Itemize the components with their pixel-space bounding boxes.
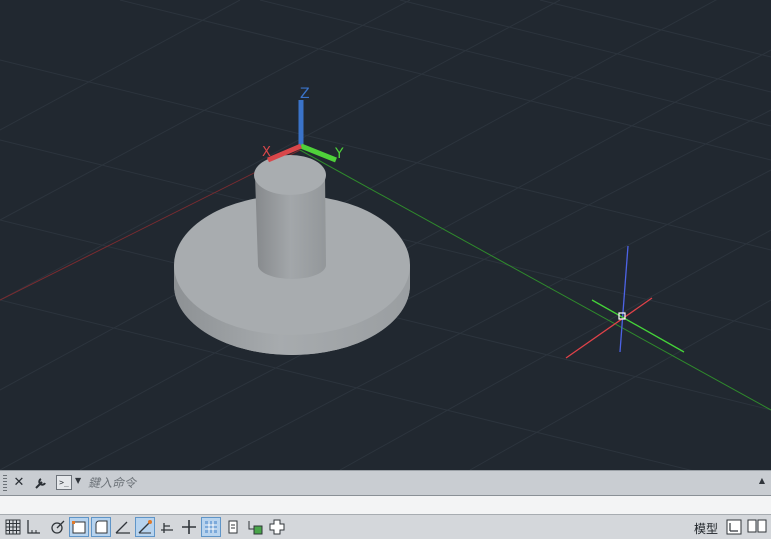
ducs-icon[interactable] — [201, 517, 221, 537]
quick-properties-icon[interactable] — [245, 517, 265, 537]
crosshair-cursor — [565, 245, 685, 359]
status-bar: 模型 — [0, 514, 771, 539]
polar-icon[interactable] — [113, 517, 133, 537]
model-space-icon[interactable] — [724, 517, 744, 537]
layout-tabs-strip — [0, 496, 771, 514]
3d-model[interactable] — [174, 155, 410, 355]
grid-icon[interactable] — [3, 517, 23, 537]
dynamic-input-icon[interactable] — [69, 517, 89, 537]
command-history-arrow-icon[interactable]: ▲ — [759, 476, 765, 485]
command-line-grip[interactable] — [3, 475, 7, 491]
cylinder-top — [254, 155, 326, 195]
otrack-icon[interactable] — [179, 517, 199, 537]
ortho-icon[interactable] — [91, 517, 111, 537]
osnap-icon[interactable] — [135, 517, 155, 537]
viewport-canvas[interactable]: Z Y X — [0, 0, 771, 470]
3d-osnap-icon[interactable] — [157, 517, 177, 537]
lineweight-icon[interactable] — [223, 517, 243, 537]
wrench-icon[interactable] — [32, 474, 50, 492]
layout-icon[interactable] — [746, 517, 767, 537]
ucs-y-label: Y — [334, 146, 344, 162]
recent-commands-arrow-icon[interactable]: ▼ — [75, 476, 81, 485]
model-tab-label[interactable]: 模型 — [694, 520, 718, 537]
close-icon[interactable]: ✕ — [10, 474, 28, 492]
ucs-icon[interactable]: Z Y X — [262, 86, 344, 163]
snap-icon[interactable] — [24, 517, 44, 537]
command-prompt-icon[interactable]: >_ — [56, 475, 72, 490]
gizmo-icon[interactable] — [267, 517, 287, 537]
command-input[interactable] — [88, 474, 748, 492]
command-line: ✕ >_ ▼ ▲ — [0, 470, 771, 496]
infer-icon[interactable] — [48, 517, 68, 537]
ucs-z-label: Z — [300, 86, 310, 102]
ucs-x-label: X — [262, 145, 271, 160]
drawing-viewport[interactable]: Z Y X — [0, 0, 771, 470]
